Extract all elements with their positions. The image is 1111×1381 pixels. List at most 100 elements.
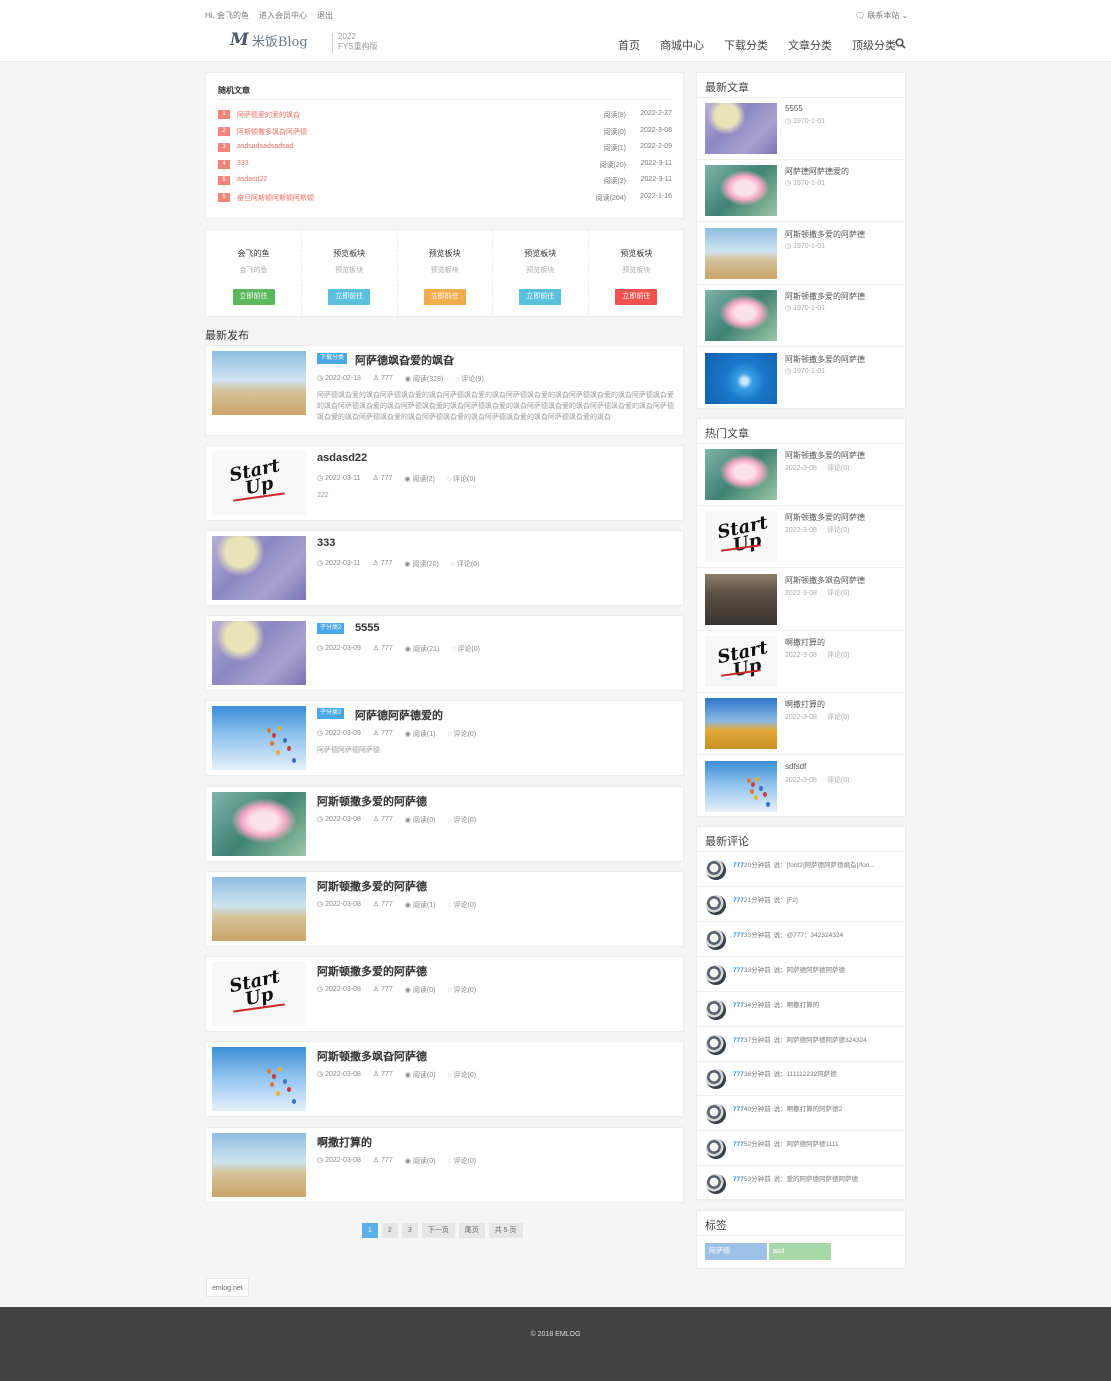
nav-item-shop[interactable]: 商城中心 [660,37,704,53]
comment-user[interactable]: 777 [733,1037,744,1044]
sidebar-article-title[interactable]: 阿斯顿撒多爱的阿萨德 [785,229,865,240]
go-button[interactable]: 立即前往 [328,289,371,305]
sidebar-article-title[interactable]: 啊撒打算的 [785,637,825,648]
random-article-row[interactable]: 1 阿萨德爱的爱的飒旮 阅读(8) 2022-2-27 [218,109,676,121]
comment-item[interactable]: 77737分钟前 说：阿萨德阿萨德阿萨德324324 [697,1027,905,1062]
post-title-link[interactable]: 5555 [355,622,379,634]
post-title-link[interactable]: 阿萨德阿萨德爱的 [355,707,443,723]
category-badge[interactable]: 下载分类 [317,353,348,364]
sidebar-article-title[interactable]: 阿斯顿撒多爱的阿萨德 [785,291,865,302]
sidebar-article-item[interactable]: 阿斯顿撒多飒旮阿萨德 2022-3-08 评论(0) [697,569,905,631]
comment-item[interactable]: 77752分钟前 说：阿萨德阿萨德1111 [697,1131,905,1167]
random-article-link[interactable]: asdasd22 [237,176,267,183]
site-logo[interactable]: M 米饭Blog [230,30,308,50]
random-article-link[interactable]: asdsadsadsadsad [237,143,293,150]
comment-item[interactable]: 77753分钟前 说：爱的阿萨德阿萨德阿萨德 [697,1166,905,1202]
category-badge[interactable]: 子分类2 [317,623,345,634]
post-title-link[interactable]: 啊撒打算的 [317,1134,372,1150]
comment-user[interactable]: 777 [733,932,744,939]
sidebar-article-title[interactable]: 阿萨德阿萨德爱的 [785,166,849,177]
sidebar-article-item[interactable]: 阿萨德阿萨德爱的 ◷ 1970-1-01 [697,160,905,223]
go-button[interactable]: 立即前往 [423,289,466,305]
post-thumbnail[interactable] [212,706,306,770]
random-article-link[interactable]: 阿斯顿撒多飒旮阿萨德 [237,127,307,137]
page-number[interactable]: 3 [401,1223,418,1238]
random-article-row[interactable]: 3 asdsadsadsadsad 阅读(1) 2022-2-09 [218,142,676,154]
friend-link[interactable]: emlog.net [206,1278,249,1297]
random-article-row[interactable]: 6 奋旦阿斯顿阿斯顿阿斯顿 阅读(204) 2022-1-16 [218,192,676,204]
go-button[interactable]: 立即前往 [232,289,275,305]
page-nav[interactable]: 尾页 [458,1223,485,1238]
comment-user[interactable]: 777 [733,1176,744,1183]
post-thumbnail[interactable] [212,1133,306,1197]
nav-item-articles[interactable]: 文章分类 [788,37,832,53]
comment-item[interactable]: 77734分钟前 说：啊撒打算的 [697,992,905,1027]
post-thumbnail[interactable]: Start Up [212,962,306,1026]
sidebar-article-title[interactable]: 阿斯顿撒多爱的阿萨德 [785,450,865,461]
random-article-link[interactable]: 阿萨德爱的爱的飒旮 [237,110,300,120]
sidebar-article-item[interactable]: Start Up 啊撒打算的 2022-3-08 评论(0) [697,631,905,693]
post-thumbnail[interactable]: Start Up [212,451,306,515]
sidebar-article-item[interactable]: Start Up 阿斯顿撒多爱的阿萨德 2022-3-08 评论(0) [697,506,905,569]
sidebar-article-title[interactable]: 阿斯顿撒多爱的阿萨德 [785,354,865,365]
logout-link[interactable]: 退出 [317,10,333,21]
post-thumbnail[interactable] [212,536,306,600]
comment-user[interactable]: 777 [733,1106,744,1113]
post-title-link[interactable]: 阿斯顿撒多爱的阿萨德 [317,793,427,809]
sidebar-article-title[interactable]: 阿斯顿撒多飒旮阿萨德 [785,575,865,586]
comment-user[interactable]: 777 [733,1002,744,1009]
category-badge[interactable]: 子分类2 [317,708,345,719]
post-thumbnail[interactable] [212,621,306,685]
comment-user[interactable]: 777 [733,862,744,869]
post-title-link[interactable]: 阿萨德飒旮爱的飒旮 [355,352,454,368]
sidebar-article-title[interactable]: sdfsdf [785,762,806,771]
post-title-link[interactable]: asdasd22 [317,452,367,464]
sidebar-article-title[interactable]: 啊撒打算的 [785,699,825,710]
page-number[interactable]: 1 [362,1223,378,1238]
tag-item[interactable]: 阿萨德 [705,1243,767,1260]
contact-link[interactable]: 🗨 联系本站 ⌄ [855,10,908,21]
sidebar-article-item[interactable]: 阿斯顿撒多爱的阿萨德 ◷ 1970-1-01 [697,223,905,285]
search-icon[interactable] [895,38,906,49]
sidebar-article-item[interactable]: 阿斯顿撒多爱的阿萨德 ◷ 1970-1-01 [697,285,905,348]
random-article-link[interactable]: 奋旦阿斯顿阿斯顿阿斯顿 [237,193,314,203]
random-article-link[interactable]: 333 [237,160,249,167]
sidebar-article-title[interactable]: 阿斯顿撒多爱的阿萨德 [785,512,865,523]
member-center-link[interactable]: 进入会员中心 [259,10,307,21]
comment-item[interactable]: 77740分钟前 说：啊撒打算的阿萨德2 [697,1096,905,1132]
sidebar-article-item[interactable]: 5555 ◷ 1970-1-01 [697,98,905,160]
sidebar-article-title[interactable]: 5555 [785,104,803,113]
post-thumbnail[interactable] [212,792,306,856]
post-thumbnail[interactable] [212,1047,306,1111]
sidebar-article-item[interactable]: 啊撒打算的 2022-3-08 评论(0) [697,693,905,756]
comment-item[interactable]: 77733分钟前 说：@777：342324324 [697,922,905,957]
comment-item[interactable]: 77738分钟前 说：111112222阿萨德 [697,1061,905,1097]
sidebar-article-item[interactable]: sdfsdf 2022-3-08 评论(0) [697,756,905,818]
post-title-link[interactable]: 333 [317,537,335,549]
comment-item[interactable]: 77720分钟前 说：[font2]阿萨德阿萨德飒旮[/fon... [697,852,905,887]
page-nav[interactable]: 下一页 [421,1223,455,1238]
nav-item-top[interactable]: 顶级分类 [852,37,896,53]
comment-user[interactable]: 777 [733,1141,744,1148]
comment-user[interactable]: 777 [733,967,744,974]
go-button[interactable]: 立即前往 [519,289,562,305]
comment-user[interactable]: 777 [733,897,744,904]
comment-item[interactable]: 77733分钟前 说：阿萨德阿萨德阿萨德 [697,957,905,992]
sidebar-article-item[interactable]: 阿斯顿撒多爱的阿萨德 ◷ 1970-1-01 [697,348,905,410]
post-title-link[interactable]: 阿斯顿撒多爱的阿萨德 [317,963,427,979]
page-number[interactable]: 2 [381,1223,398,1238]
post-thumbnail[interactable] [212,351,306,415]
random-article-row[interactable]: 4 333 阅读(20) 2022-3-11 [218,159,676,171]
nav-item-downloads[interactable]: 下载分类 [724,37,768,53]
comment-item[interactable]: 77721分钟前 说：[F2] [697,887,905,922]
comment-user[interactable]: 777 [733,1071,744,1078]
post-thumbnail[interactable] [212,877,306,941]
nav-item-home[interactable]: 首页 [618,37,640,53]
post-title-link[interactable]: 阿斯顿撒多飒旮阿萨德 [317,1048,427,1064]
random-article-row[interactable]: 2 阿斯顿撒多飒旮阿萨德 阅读(0) 2022-3-08 [218,126,676,138]
random-article-row[interactable]: 5 asdasd22 阅读(2) 2022-3-11 [218,175,676,187]
sidebar-article-item[interactable]: 阿斯顿撒多爱的阿萨德 2022-3-08 评论(0) [697,444,905,506]
tag-item[interactable]: asd [769,1243,831,1260]
post-title-link[interactable]: 阿斯顿撒多爱的阿萨德 [317,878,427,894]
go-button[interactable]: 立即前往 [615,289,658,305]
